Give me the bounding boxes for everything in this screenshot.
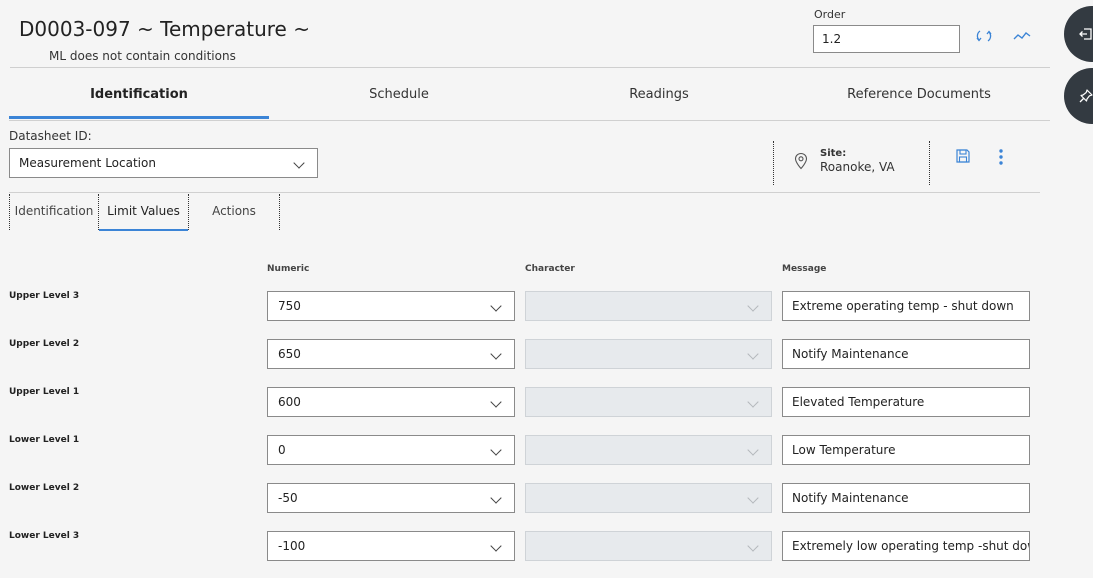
site-label: Site: (820, 148, 847, 159)
site-value: Roanoke, VA (820, 160, 895, 174)
more-options-icon[interactable] (996, 148, 1006, 166)
limit-level-label: Upper Level 1 (9, 387, 80, 397)
limit-message-input[interactable]: Elevated Temperature (782, 387, 1030, 417)
right-rail (1050, 0, 1093, 578)
numeric-limit-select[interactable]: -100 (267, 531, 515, 561)
character-limit-select (525, 387, 772, 417)
sign-out-icon (1079, 28, 1092, 40)
save-icon[interactable] (955, 148, 971, 164)
numeric-limit-select[interactable]: 600 (267, 387, 515, 417)
tabs-divider (9, 120, 1050, 121)
header-divider (10, 67, 1050, 68)
limit-level-label: Lower Level 1 (9, 435, 80, 445)
character-limit-select (525, 339, 772, 369)
limit-message-input[interactable]: Notify Maintenance (782, 483, 1030, 513)
divider (773, 141, 774, 185)
chevron-down-icon (490, 348, 502, 360)
numeric-column-header: Numeric (267, 264, 310, 274)
tab-schedule[interactable]: Schedule (269, 71, 529, 119)
chevron-down-icon (747, 444, 759, 456)
limit-level-label: Upper Level 3 (9, 291, 80, 301)
character-limit-select (525, 483, 772, 513)
pin-button[interactable] (1064, 68, 1093, 124)
subtab-limit-values[interactable]: Limit Values (99, 193, 188, 231)
location-pin-icon (794, 152, 808, 170)
divider (929, 141, 930, 185)
tab-identification[interactable]: Identification (9, 71, 269, 119)
limit-message-input[interactable]: Extremely low operating temp -shut down (782, 531, 1030, 561)
limit-message-input[interactable]: Low Temperature (782, 435, 1030, 465)
limit-level-label: Lower Level 2 (9, 483, 80, 493)
chevron-down-icon (747, 540, 759, 552)
limit-level-label: Upper Level 2 (9, 339, 80, 349)
chevron-down-icon (747, 348, 759, 360)
tab-reference-documents[interactable]: Reference Documents (789, 71, 1049, 119)
chevron-down-icon (747, 396, 759, 408)
chevron-down-icon (747, 492, 759, 504)
message-column-header: Message (782, 264, 827, 274)
limit-level-label: Lower Level 3 (9, 531, 80, 541)
chevron-down-icon (490, 540, 502, 552)
numeric-limit-value: -100 (278, 539, 306, 553)
numeric-limit-select[interactable]: 0 (267, 435, 515, 465)
character-column-header: Character (525, 264, 575, 274)
character-limit-select (525, 435, 772, 465)
character-limit-select (525, 291, 772, 321)
main-tabs: Identification Schedule Readings Referen… (9, 71, 1050, 119)
datasheet-select[interactable]: Measurement Location (9, 148, 318, 178)
limit-message-input[interactable]: Extreme operating temp - shut down (782, 291, 1030, 321)
order-input[interactable]: 1.2 (813, 25, 960, 53)
numeric-limit-value: -50 (278, 491, 298, 505)
numeric-limit-select[interactable]: 650 (267, 339, 515, 369)
main-panel: D0003-097 ~ Temperature ~ ML does not co… (0, 0, 1050, 578)
chevron-down-icon (747, 300, 759, 312)
chevron-down-icon (490, 492, 502, 504)
order-label: Order (814, 8, 846, 21)
exit-panel-button[interactable] (1064, 6, 1093, 62)
numeric-limit-value: 750 (278, 299, 301, 313)
datasheet-value: Measurement Location (19, 156, 156, 170)
datasheet-label: Datasheet ID: (9, 129, 92, 143)
divider (279, 194, 280, 230)
numeric-limit-select[interactable]: -50 (267, 483, 515, 513)
refresh-icon[interactable] (973, 27, 995, 45)
chevron-down-icon (293, 157, 305, 169)
page-subtitle: ML does not contain conditions (49, 49, 236, 63)
active-tab-indicator (9, 116, 269, 119)
subtab-identification[interactable]: Identification (10, 193, 98, 231)
character-limit-select (525, 531, 772, 561)
numeric-limit-value: 0 (278, 443, 286, 457)
numeric-limit-select[interactable]: 750 (267, 291, 515, 321)
chevron-down-icon (490, 444, 502, 456)
limit-message-input[interactable]: Notify Maintenance (782, 339, 1030, 369)
numeric-limit-value: 650 (278, 347, 301, 361)
trend-chart-icon[interactable] (1011, 27, 1033, 45)
page-title: D0003-097 ~ Temperature ~ (19, 17, 310, 41)
tab-readings[interactable]: Readings (529, 71, 789, 119)
subtab-actions[interactable]: Actions (189, 193, 279, 231)
numeric-limit-value: 600 (278, 395, 301, 409)
chevron-down-icon (490, 396, 502, 408)
chevron-down-icon (490, 300, 502, 312)
pin-icon (1079, 89, 1093, 103)
